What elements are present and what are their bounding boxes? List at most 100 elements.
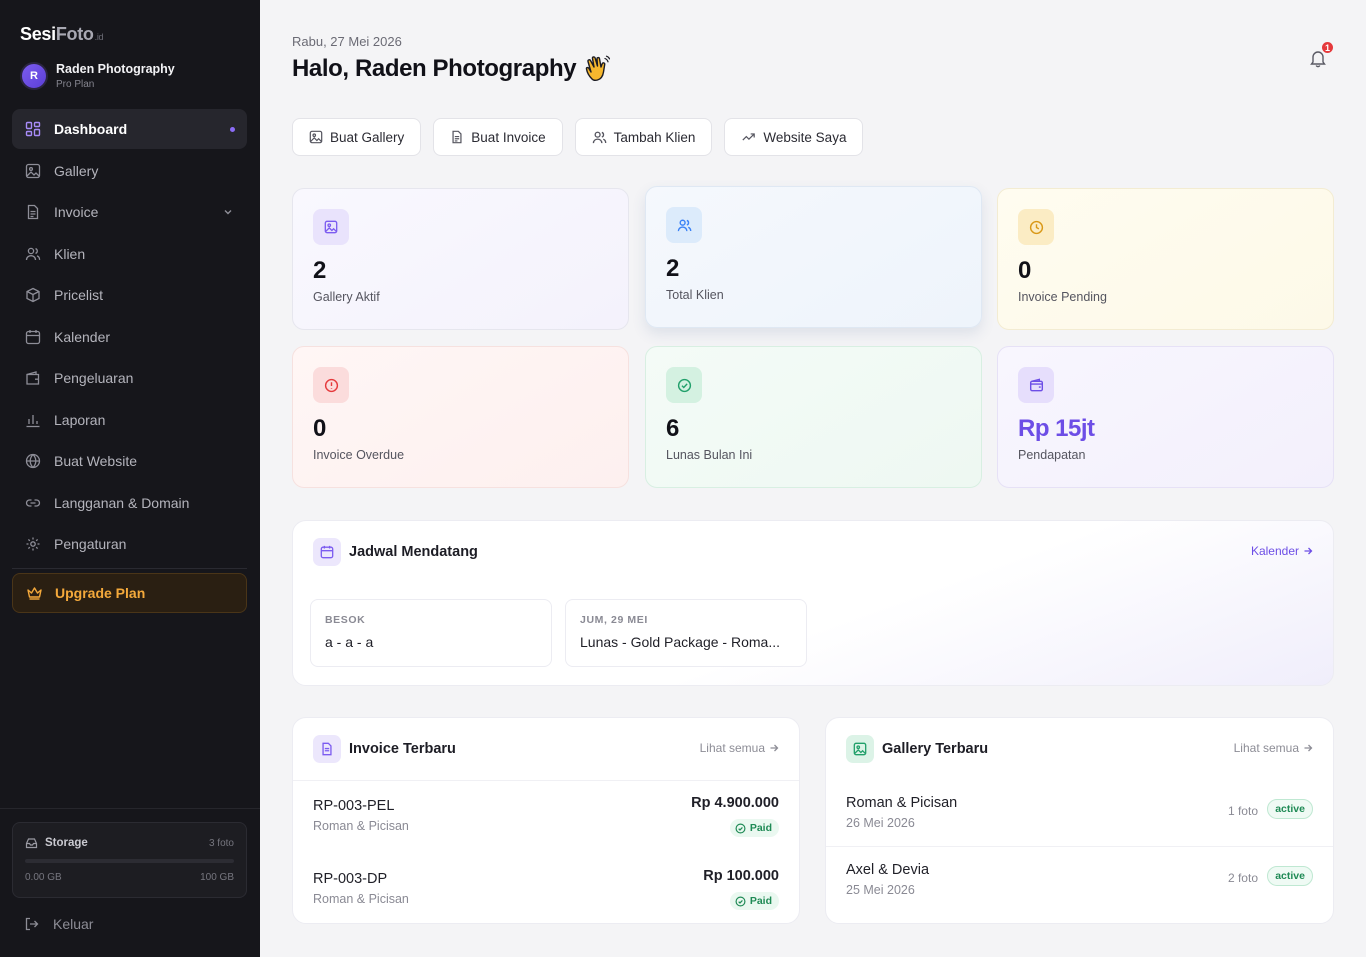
sidebar-item-pricelist[interactable]: Pricelist	[12, 275, 247, 315]
sidebar-item-kalender[interactable]: Kalender	[12, 317, 247, 357]
invoice-client: Roman & Picisan	[313, 892, 409, 906]
stat-label: Invoice Overdue	[313, 448, 405, 462]
gear-icon	[24, 535, 42, 553]
invoice-row[interactable]: RP-003-DP Roman & Picisan Rp 100.000 Pai…	[313, 868, 779, 927]
image-icon	[24, 162, 42, 180]
gallery-name: Axel & Devia	[846, 862, 930, 878]
globe-icon	[24, 452, 42, 470]
active-indicator	[230, 126, 235, 132]
storage-label: Storage	[45, 837, 88, 849]
storage-progress-bar	[25, 859, 234, 863]
upgrade-plan-button[interactable]: Upgrade Plan	[12, 573, 247, 613]
stat-value: 2	[313, 257, 327, 284]
website-saya-button[interactable]: Website Saya	[724, 118, 864, 156]
users-icon	[592, 131, 606, 143]
sidebar-item-langganan-domain[interactable]: Langganan & Domain	[12, 483, 247, 523]
sidebar-nav: Dashboard Gallery Invoice Klien Pricelis…	[12, 109, 247, 613]
check-circle-icon	[735, 896, 746, 906]
trend-icon	[742, 133, 756, 141]
invoice-row[interactable]: RP-003-PEL Roman & Picisan Rp 4.900.000 …	[313, 795, 779, 854]
sidebar: SesiFoto.id R Raden Photography Pro Plan…	[0, 0, 260, 957]
image-icon	[846, 735, 874, 763]
sidebar-item-laporan[interactable]: Laporan	[12, 400, 247, 440]
stat-card-lunas-bulan-ini[interactable]: 6 Lunas Bulan Ini	[645, 346, 982, 488]
stat-value: 0	[313, 415, 327, 442]
lihat-semua-invoice-link[interactable]: Lihat semua	[700, 741, 779, 755]
sidebar-item-klien[interactable]: Klien	[12, 234, 247, 274]
panel-divider	[293, 780, 799, 781]
gallery-date: 26 Mei 2026	[846, 816, 915, 830]
stat-label: Gallery Aktif	[313, 290, 380, 304]
document-icon	[313, 735, 341, 763]
invoice-number: RP-003-PEL	[313, 798, 395, 814]
sidebar-divider	[0, 808, 260, 809]
event-day: BESOK	[325, 614, 366, 626]
current-date: Rabu, 27 Mei 2026	[292, 34, 402, 49]
main-content: Rabu, 27 Mei 2026 Halo, Raden Photograph…	[260, 0, 1366, 957]
wallet-icon	[1018, 367, 1054, 403]
document-icon	[24, 203, 42, 221]
stat-label: Invoice Pending	[1018, 290, 1107, 304]
sidebar-item-pengeluaran[interactable]: Pengeluaran	[12, 358, 247, 398]
schedule-event[interactable]: BESOK a - a - a	[310, 599, 552, 667]
logout-button[interactable]: Keluar	[24, 916, 93, 932]
invoice-amount: Rp 4.900.000	[691, 795, 779, 811]
storage-used: 0.00 GB	[25, 872, 62, 883]
invoice-amount: Rp 100.000	[703, 868, 779, 884]
kalender-link[interactable]: Kalender	[1251, 544, 1313, 558]
storage-file-count: 3 foto	[208, 837, 234, 849]
stat-label: Pendapatan	[1018, 448, 1086, 462]
page-title: Halo, Raden Photography	[292, 55, 611, 83]
event-day: JUM, 29 MEI	[580, 614, 648, 626]
stat-card-pendapatan[interactable]: Rp 15jt Pendapatan	[997, 346, 1334, 488]
gallery-date: 25 Mei 2026	[846, 883, 915, 897]
lihat-semua-gallery-link[interactable]: Lihat semua	[1234, 741, 1313, 755]
sidebar-item-buat-website[interactable]: Buat Website	[12, 441, 247, 481]
gallery-name: Roman & Picisan	[846, 795, 958, 811]
crown-icon	[25, 584, 43, 602]
gallery-row[interactable]: Axel & Devia 25 Mei 2026 2 foto active	[846, 862, 1313, 922]
buat-gallery-button[interactable]: Buat Gallery	[292, 118, 422, 156]
bar-chart-icon	[24, 411, 42, 429]
box-icon	[24, 286, 42, 304]
event-title: a - a - a	[325, 634, 374, 650]
schedule-event[interactable]: JUM, 29 MEI Lunas - Gold Package - Roma.…	[565, 599, 807, 667]
storage-icon	[25, 838, 38, 849]
users-icon	[666, 207, 702, 243]
wallet-icon	[24, 369, 42, 387]
users-icon	[24, 245, 42, 263]
section-header: Jadwal Mendatang	[313, 538, 478, 566]
sidebar-item-pengaturan[interactable]: Pengaturan	[12, 524, 247, 564]
status-badge: Paid	[729, 819, 779, 837]
invoice-client: Roman & Picisan	[313, 819, 409, 833]
user-profile[interactable]: R Raden Photography Pro Plan	[20, 62, 175, 90]
check-circle-icon	[735, 823, 746, 833]
tambah-klien-button[interactable]: Tambah Klien	[574, 118, 713, 156]
sidebar-item-invoice[interactable]: Invoice	[12, 192, 247, 232]
brand-logo[interactable]: SesiFoto.id	[20, 24, 104, 45]
stat-card-total-klien[interactable]: 2 Total Klien	[645, 186, 982, 328]
arrow-right-icon	[770, 744, 779, 752]
stat-card-invoice-pending[interactable]: 0 Invoice Pending	[997, 188, 1334, 330]
sidebar-item-gallery[interactable]: Gallery	[12, 151, 247, 191]
chevron-down-icon[interactable]	[223, 204, 233, 220]
document-icon	[452, 130, 462, 144]
nav-divider	[12, 568, 247, 569]
status-badge: active	[1267, 866, 1313, 886]
quick-actions: Buat Gallery Buat Invoice Tambah Klien W…	[292, 118, 875, 156]
stat-card-gallery-aktif[interactable]: 2 Gallery Aktif	[292, 188, 629, 330]
row-divider	[826, 846, 1333, 847]
image-icon	[309, 130, 323, 144]
stat-value: Rp 15jt	[1018, 415, 1095, 442]
calendar-icon	[313, 538, 341, 566]
image-icon	[313, 209, 349, 245]
waving-hand-icon	[584, 55, 611, 83]
profile-name: Raden Photography	[56, 62, 175, 76]
recent-invoices-panel: Invoice Terbaru Lihat semua RP-003-PEL R…	[292, 717, 800, 924]
arrow-right-icon	[1304, 744, 1313, 752]
sidebar-item-dashboard[interactable]: Dashboard	[12, 109, 247, 149]
dashboard-icon	[24, 120, 42, 138]
stat-card-invoice-overdue[interactable]: 0 Invoice Overdue	[292, 346, 629, 488]
buat-invoice-button[interactable]: Buat Invoice	[433, 118, 563, 156]
gallery-photo-count: 1 foto	[1227, 804, 1258, 818]
